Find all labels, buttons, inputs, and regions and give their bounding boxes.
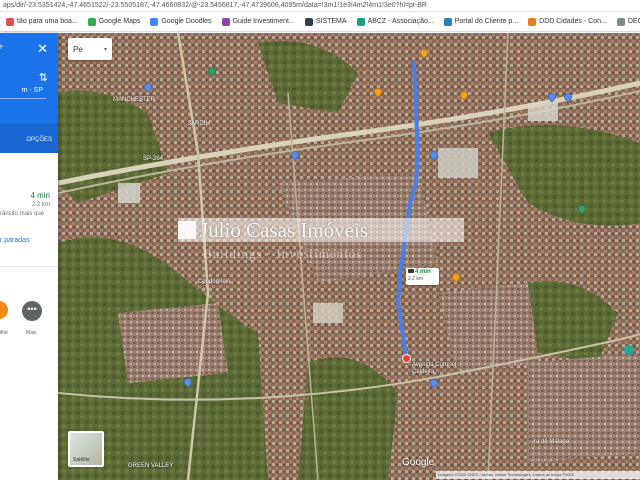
divider [0,266,58,267]
route-badge-time: 4 min [415,269,431,275]
map-label-condominio: Condomínio [198,279,231,285]
map-label-jardim: JARDIM [188,121,211,127]
map-attribution: Imagens ©2020 CNES / Airbus, Maxar Techn… [436,471,640,479]
bookmark-label: Google Doodles [161,18,212,25]
bookmark-item[interactable]: Guide Investiment... [219,17,298,26]
street-view-icon[interactable] [624,345,634,355]
watermark-subtitle: Buildings · Investimentos [203,246,363,261]
directions-panel: + ✕ ⇅ m - SP OPÇÕES 4 min 2,2 km rânsito… [0,33,58,480]
google-logo: Google [402,457,435,468]
add-stop-icon[interactable]: + [0,42,4,53]
search-chip-label: Pe [73,44,83,54]
bookmark-item[interactable]: SISTEMA [302,17,350,26]
bookmark-item[interactable]: ABCZ - Associação... [354,17,437,26]
add-stops-button[interactable]: r paradas [0,237,30,244]
route-option[interactable]: 4 min 2,2 km rânsito mais que [0,191,58,221]
route-badge-distance: 2,2 km [408,276,424,282]
bookmark-label: tão para uma boa... [17,18,78,25]
map-label-manchester: MANCHESTER [113,97,156,103]
map-label-road: SP-264 [143,156,164,162]
bookmark-icon [528,17,537,26]
address-bar[interactable]: aps/dir/-23.5351424,-47.4651522/-23.5505… [0,0,640,12]
layers-toggle[interactable]: Satélite [68,431,104,467]
bookmark-icon [87,17,96,26]
watermark-logo-box [178,221,196,239]
map-label-malaga: ra de Málaga [534,439,570,445]
destination-label: Avenida Coronel Caldeira [412,362,457,375]
route-time: 4 min [30,191,50,200]
close-icon[interactable]: ✕ [37,41,48,57]
bookmark-icon [221,17,230,26]
bookmark-icon [6,17,14,26]
share-label: ilhe [0,330,8,336]
bookmark-label: DDD Cidades - Con... [539,18,607,25]
bookmark-item[interactable]: Google Doodles [147,17,214,26]
bookmark-label: Google Maps [98,18,141,25]
layers-label: Satélite [73,457,90,463]
more-button[interactable]: ••• [22,301,42,321]
car-icon [408,269,414,273]
route-distance: 2,2 km [31,202,50,208]
bookmark-label: ABCZ - Associação... [367,18,434,25]
bookmark-label: DEC IT3 E.IT3 [627,18,640,25]
satellite-map[interactable]: Pe ▾ MANCHESTER JARDIM Condomínio GREEN … [58,33,640,480]
directions-header: + ✕ ⇅ m - SP OPÇÕES [0,33,58,153]
bookmark-label: Guide Investiment... [232,18,295,25]
watermark-text: Julio Casas Imóveis [200,217,368,242]
bookmark-label: SISTEMA [315,18,347,25]
bookmark-icon [616,17,625,26]
more-label: Mais [26,330,37,336]
destination-field[interactable]: m - SP [0,83,46,99]
bookmarks-bar: tão para uma boa... Google Maps Google Doo… [0,12,640,32]
destination-pin[interactable] [402,354,411,363]
share-button[interactable] [0,301,8,319]
bookmark-item[interactable]: DDD Cidades - Con... [525,17,610,26]
watermark: Julio Casas Imóveis [178,218,464,242]
map-search-chip[interactable]: Pe ▾ [68,38,112,60]
bookmark-item[interactable]: tão para uma boa... [3,17,81,26]
bookmark-icon [304,17,313,26]
bookmark-item[interactable]: DEC IT3 E.IT3 [614,17,640,26]
bookmark-icon [150,17,159,26]
bookmark-item[interactable]: Google Maps [85,17,144,26]
route-duration-badge[interactable]: 4 min 2,2 km [406,268,439,285]
bookmark-icon [356,17,365,26]
chevron-down-icon: ▾ [103,46,107,53]
route-description: rânsito mais que [0,211,45,217]
options-button[interactable]: OPÇÕES [26,137,52,143]
map-label-greenvalley: GREEN VALLEY [128,463,174,469]
bookmark-label: Portal do Cliente p... [454,18,519,25]
bookmark-item[interactable]: Portal do Cliente p... [441,17,521,26]
bookmark-icon [443,17,452,26]
